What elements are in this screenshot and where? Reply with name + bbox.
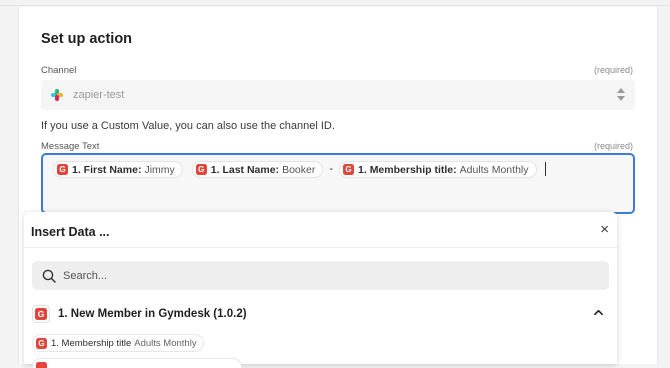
pill-value: Jimmy <box>144 163 175 176</box>
channel-help-text: If you use a Custom Value, you can also … <box>41 120 335 132</box>
channel-select[interactable]: zapier-test <box>41 80 635 110</box>
close-icon[interactable]: × <box>600 222 609 237</box>
pill-value: Booker <box>282 163 316 176</box>
gymdesk-icon: G <box>57 164 68 175</box>
select-arrows-icon <box>617 88 625 102</box>
channel-required: (required) <box>593 65 633 75</box>
channel-value: zapier-test <box>73 89 125 101</box>
gymdesk-icon: G <box>36 337 47 349</box>
pill-key: 1. Last Name: <box>210 163 280 176</box>
separator-text: - <box>329 163 334 175</box>
app-step-header[interactable]: G 1. New Member in Gymdesk (1.0.2) <box>32 303 609 325</box>
data-field-partial[interactable] <box>32 358 242 368</box>
message-label: Message Text <box>41 141 100 152</box>
message-required: (required) <box>593 141 633 151</box>
pill-key: 1. Membership title: <box>358 163 457 176</box>
gymdesk-icon: G <box>35 308 47 320</box>
text-caret <box>544 162 546 176</box>
gymdesk-icon <box>36 362 47 368</box>
section-title: Set up action <box>41 31 133 47</box>
field-value: Adults Monthly <box>134 337 197 349</box>
dropdown-title: Insert Data ... <box>31 225 110 239</box>
search-icon <box>42 269 56 283</box>
token-pill-last-name[interactable]: G 1. Last Name: Booker <box>191 161 324 178</box>
gymdesk-icon: G <box>343 164 355 175</box>
pill-value: Adults Monthly <box>459 163 529 176</box>
data-field-membership-title[interactable]: G 1. Membership title Adults Monthly <box>32 334 204 352</box>
token-pill-membership-title[interactable]: G 1. Membership title: Adults Monthly <box>339 161 537 178</box>
chevron-up-icon[interactable] <box>594 308 603 317</box>
field-key: 1. Membership title <box>51 337 132 349</box>
message-text-input[interactable]: G 1. First Name: Jimmy G 1. Last Name: B… <box>41 153 635 214</box>
token-pill-first-name[interactable]: G 1. First Name: Jimmy <box>53 161 183 178</box>
app-step-name: 1. New Member in Gymdesk (1.0.2) <box>58 308 247 320</box>
gymdesk-icon: G <box>195 164 207 175</box>
insert-data-dropdown: Insert Data ... × Search... G 1. New Mem… <box>24 212 617 368</box>
dropdown-header: Insert Data ... × <box>24 212 617 248</box>
search-placeholder: Search... <box>63 269 108 282</box>
search-input[interactable]: Search... <box>32 261 609 290</box>
slack-icon <box>51 89 63 101</box>
app-logo: G <box>32 305 50 323</box>
pill-key: 1. First Name: <box>72 163 142 176</box>
top-border <box>0 0 670 6</box>
channel-label: Channel <box>41 65 77 76</box>
